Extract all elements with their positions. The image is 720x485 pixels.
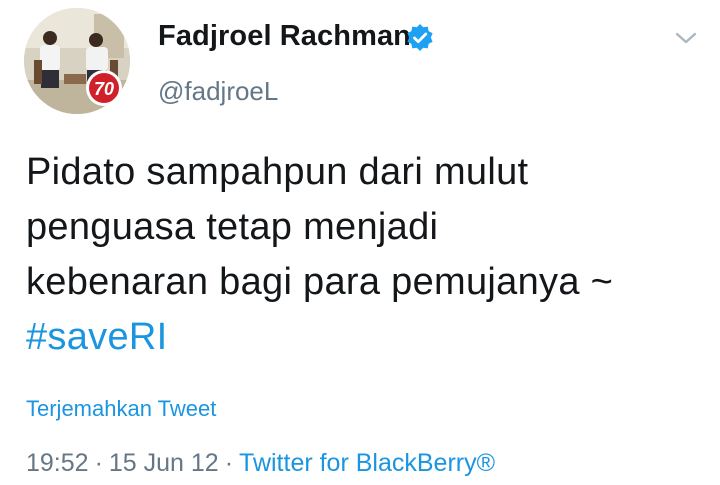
display-name[interactable]: Fadjroel Rachman (158, 20, 411, 53)
tweet-text-line: penguasa tetap menjadi (26, 206, 439, 248)
verified-badge-icon (407, 24, 433, 51)
tweet-text-line: kebenaran bagi para pemujanya ~ (26, 261, 614, 303)
tweet-text: Pidato sampahpun dari mulut penguasa tet… (26, 145, 706, 365)
avatar[interactable]: 70 (24, 8, 130, 114)
hashtag-link[interactable]: #saveRI (26, 310, 706, 365)
translate-tweet-link[interactable]: Terjemahkan Tweet (26, 396, 216, 422)
tweet-source-link[interactable]: Twitter for BlackBerry® (239, 449, 495, 477)
tweet-meta: 19:52 · 15 Jun 12 · Twitter for BlackBerry® (26, 449, 495, 478)
meta-separator: · (94, 449, 103, 477)
badge-text: 70 (94, 79, 114, 99)
tweet-card: 70 Fadjroel Rachman @fadjroeL Pidato sam… (0, 0, 720, 485)
chevron-down-icon[interactable] (672, 26, 700, 50)
tweet-time[interactable]: 19:52 (26, 449, 89, 477)
user-handle[interactable]: @fadjroeL (158, 76, 278, 107)
anniversary-badge-icon: 70 (86, 70, 122, 106)
tweet-text-line: Pidato sampahpun dari mulut (26, 151, 529, 193)
meta-separator: · (224, 449, 234, 477)
tweet-date[interactable]: 15 Jun 12 (109, 449, 219, 477)
